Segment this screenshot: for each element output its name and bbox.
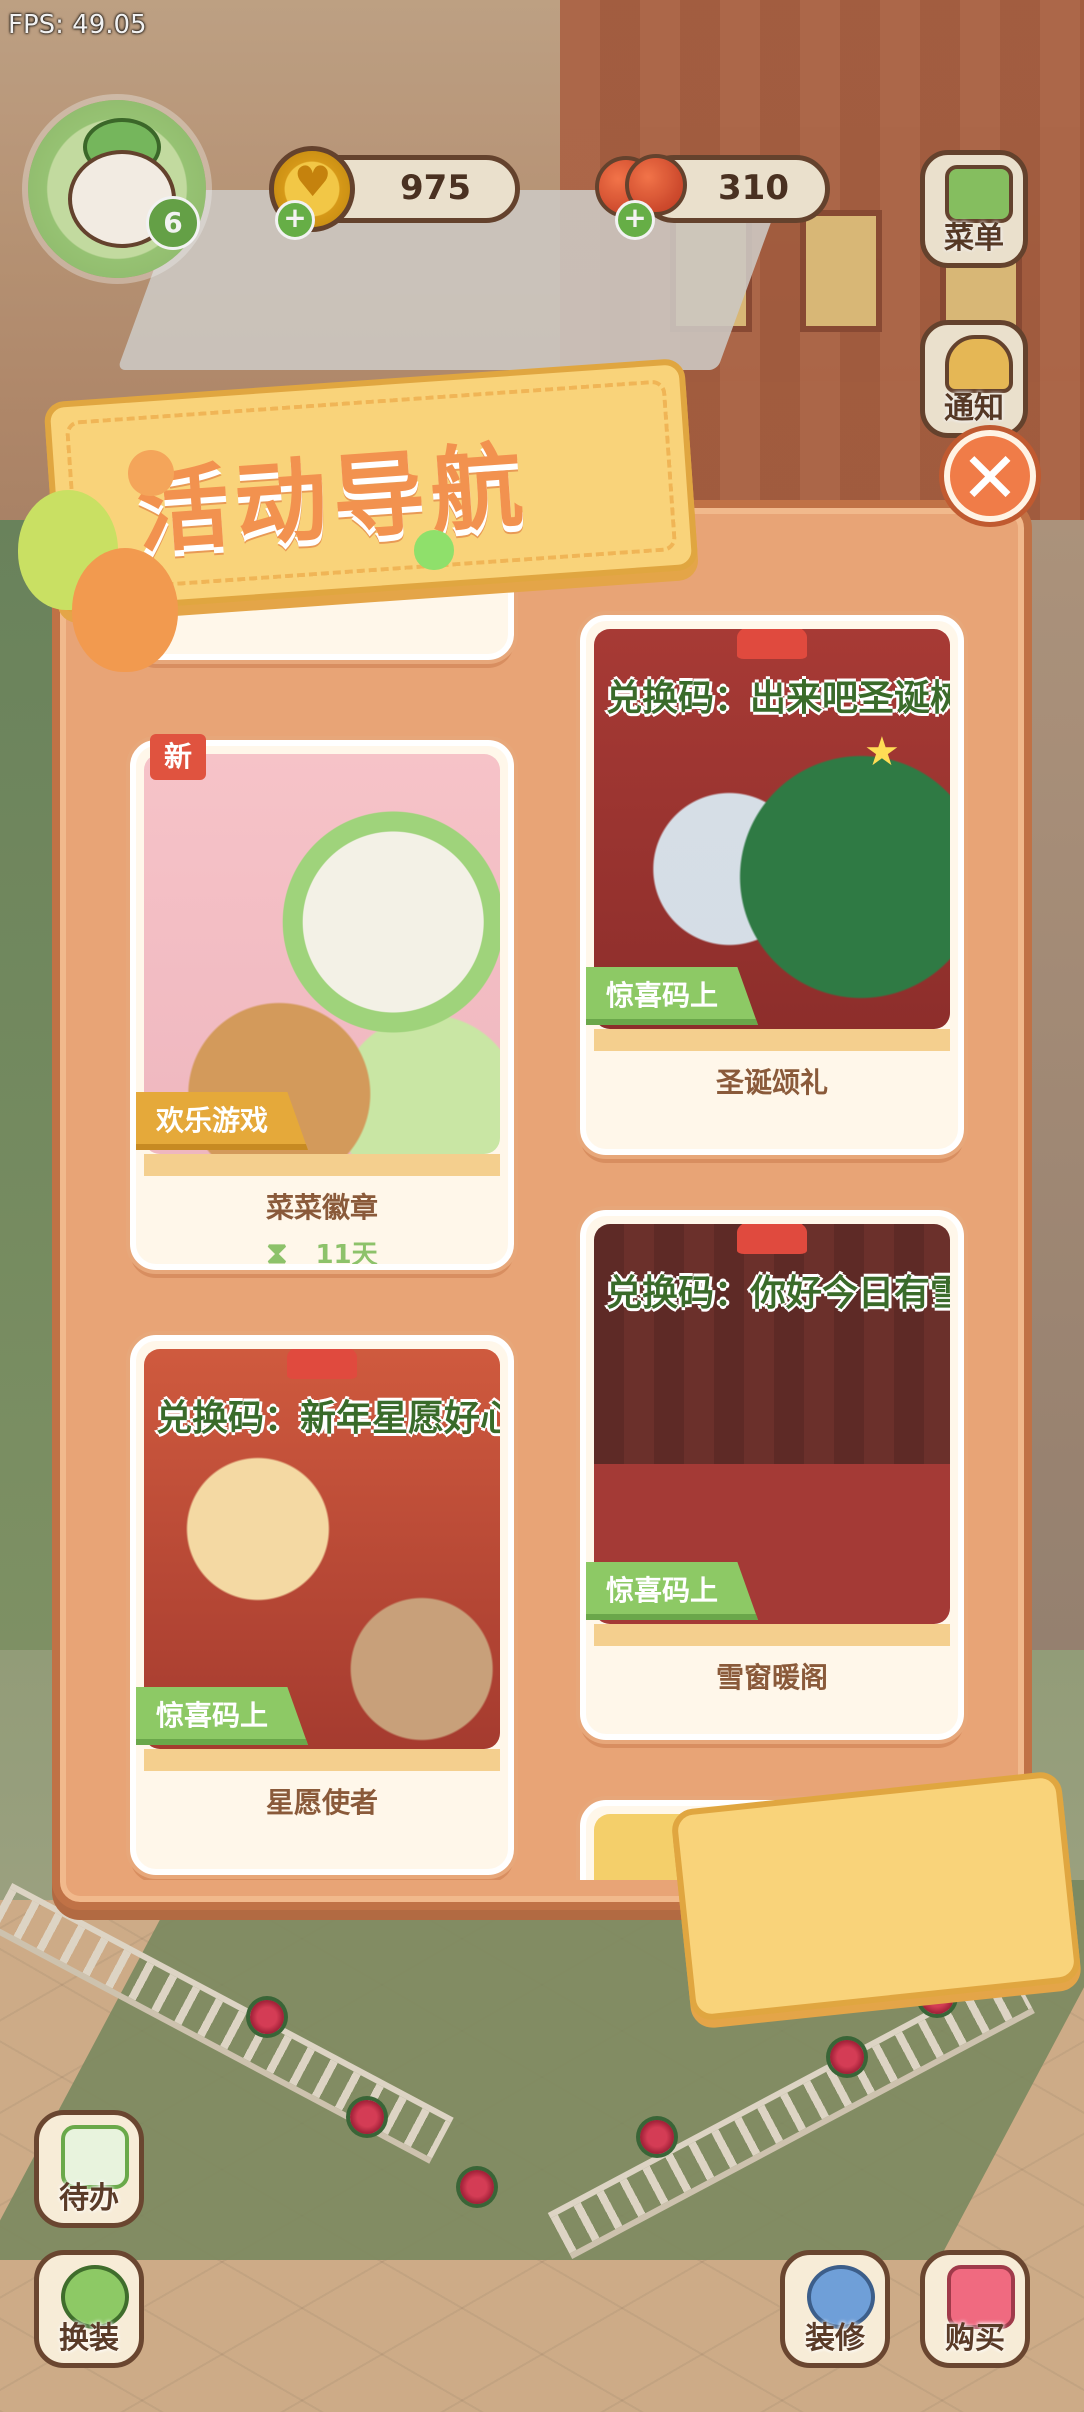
decorate-button[interactable]: 装修 [780, 2250, 890, 2368]
new-badge: 新 [150, 734, 206, 780]
card-title: 圣诞颂礼 [715, 1066, 828, 1099]
card-tag: 惊喜码上 [136, 1687, 309, 1745]
card-image-caption: 兑换码：出来吧圣诞树 [606, 678, 950, 719]
card-tag: 欢乐游戏 [136, 1092, 309, 1150]
activity-scroll-area[interactable]: 欢乐游戏 菜菜徽章 ⧗ 11天 兑换码：出来吧圣诞树 ★ 惊喜码上 圣诞颂礼 兑换… [72, 560, 1000, 1880]
shop-label: 购买 [945, 2321, 1005, 2356]
ribbon-bow-icon [737, 629, 807, 659]
activity-card-xmas-gift[interactable]: 兑换码：出来吧圣诞树 ★ 惊喜码上 圣诞颂礼 [580, 615, 964, 1155]
balloon-icon [128, 450, 174, 496]
decorate-label: 装修 [805, 2321, 865, 2356]
card-timer-text: 11天 [315, 1240, 378, 1270]
todo-button[interactable]: 待办 [34, 2110, 144, 2228]
star-icon: ★ [864, 729, 900, 775]
activity-card-wish-envoy[interactable]: 兑换码：新年星愿好心情 惊喜码上 星愿使者 [130, 1335, 514, 1875]
card-title: 菜菜徽章 [265, 1191, 378, 1224]
balloon-icon [72, 548, 178, 672]
balloon-icon [414, 530, 454, 570]
card-tag: 惊喜码上 [586, 967, 759, 1025]
modal-title: 活动导航 [133, 432, 533, 567]
card-image-caption: 兑换码：新年星愿好心情 [156, 1398, 500, 1439]
outfit-label: 换装 [59, 2321, 119, 2356]
card-image-caption: 兑换码：你好今日有雪 [606, 1273, 950, 1314]
card-strip [594, 1029, 950, 1051]
activity-card-badges[interactable]: 欢乐游戏 菜菜徽章 ⧗ 11天 [130, 740, 514, 1270]
close-icon: ✕ [960, 437, 1020, 519]
todo-label: 待办 [59, 2181, 119, 2216]
card-strip [144, 1749, 500, 1771]
card-strip [144, 1154, 500, 1176]
card-strip [594, 1624, 950, 1646]
decorative-ticket [669, 1770, 1083, 2022]
close-button[interactable]: ✕ [944, 430, 1036, 522]
shop-button[interactable]: 购买 [920, 2250, 1030, 2368]
ribbon-bow-icon [287, 1349, 357, 1379]
ribbon-bow-icon [737, 1224, 807, 1254]
card-tag: 惊喜码上 [586, 1562, 759, 1620]
card-title: 星愿使者 [265, 1786, 378, 1819]
activity-card-snow-window[interactable]: 兑换码：你好今日有雪 惊喜码上 雪窗暖阁 [580, 1210, 964, 1740]
card-timer: ⧗ 11天 [136, 1234, 508, 1270]
card-title: 雪窗暖阁 [715, 1661, 828, 1694]
hourglass-icon: ⧗ [266, 1236, 288, 1270]
outfit-button[interactable]: 换装 [34, 2250, 144, 2368]
